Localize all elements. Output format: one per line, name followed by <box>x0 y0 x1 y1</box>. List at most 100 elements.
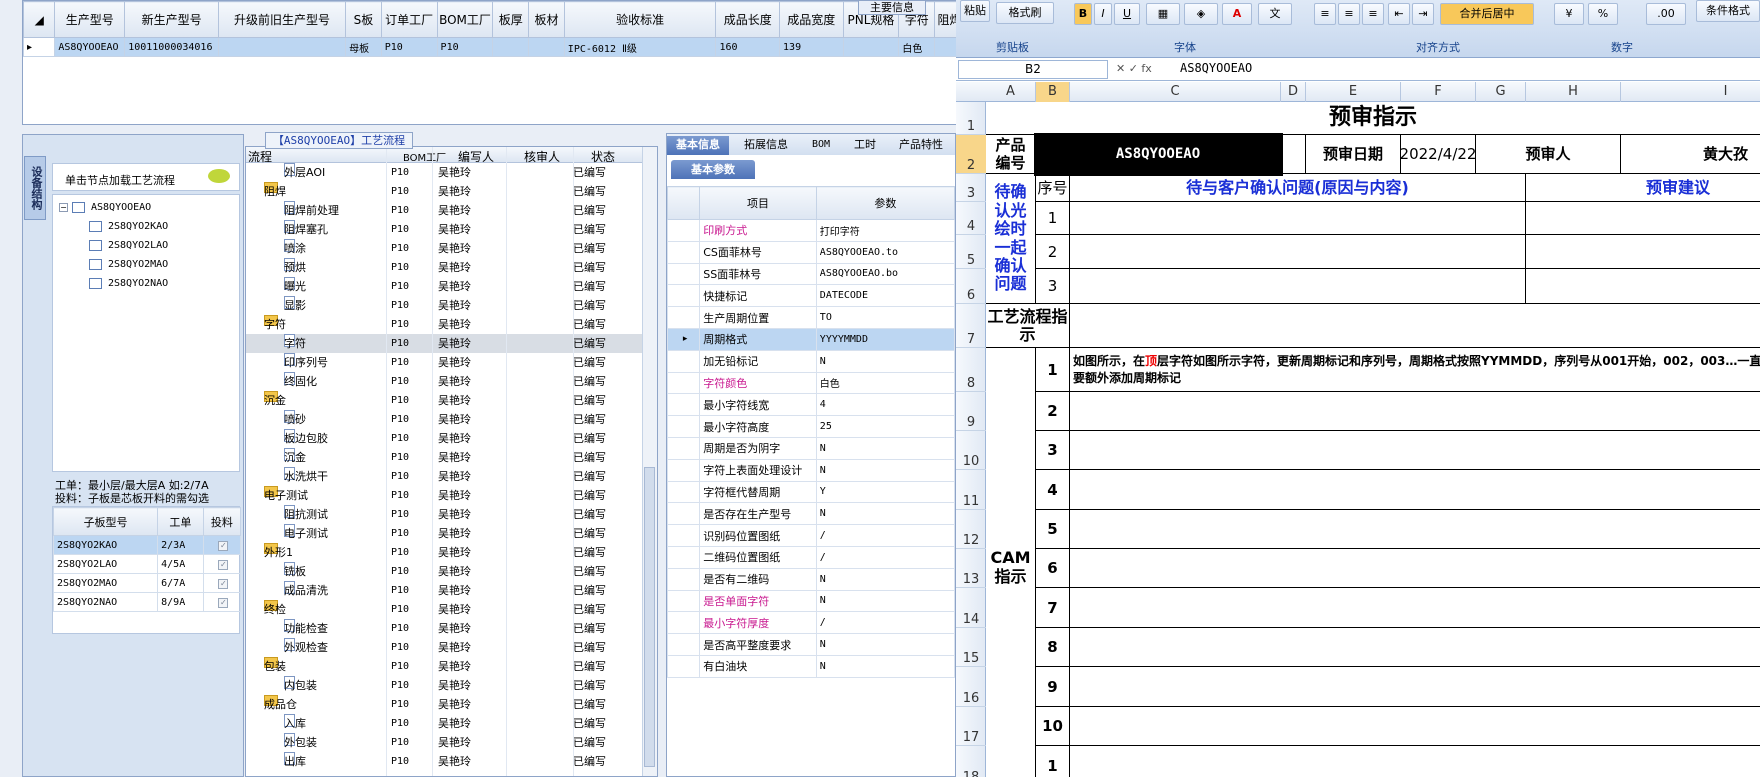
process-row[interactable]: −电子测试P10吴艳玲已编写 <box>246 486 644 505</box>
process-row[interactable]: 铣板 P10 吴艳玲 已编写 <box>246 562 644 581</box>
order-cell[interactable]: 6/7A <box>157 573 204 593</box>
fill-color-icon[interactable]: ◈ <box>1184 3 1218 25</box>
grid-cell[interactable]: P10 <box>436 37 494 57</box>
sheet-cell[interactable] <box>1070 202 1526 235</box>
column-header-a[interactable]: A <box>986 82 1036 102</box>
sheet-cell[interactable] <box>1070 392 1760 431</box>
param-value-cell[interactable]: AS8QYOOEAO.bo <box>815 262 955 286</box>
sheet-cell[interactable]: 10 <box>1036 707 1070 746</box>
row-indicator[interactable] <box>667 436 701 460</box>
table-row[interactable]: 2S8QYO2KAO 2/3A ✓ <box>52 535 242 555</box>
row-indicator[interactable] <box>667 589 701 613</box>
param-value-cell[interactable]: / <box>815 545 955 569</box>
merge-center-button[interactable]: 合并后居中 <box>1440 3 1534 25</box>
sheet-cell[interactable] <box>1070 746 1760 777</box>
row-indicator[interactable] <box>667 262 701 286</box>
col-header[interactable]: 成品宽度 <box>779 1 844 38</box>
table-row[interactable]: 2S8QYO2NAO 8/9A ✓ <box>52 592 242 612</box>
grid-cell[interactable] <box>492 37 530 57</box>
col-order[interactable]: 工单 <box>157 507 204 536</box>
row-header[interactable]: 10 <box>956 431 986 470</box>
row-indicator[interactable] <box>667 458 701 482</box>
param-row[interactable]: CS面菲林号 AS8QYOOEAO.to <box>667 240 955 264</box>
indent-decrease-icon[interactable]: ⇤ <box>1388 3 1410 25</box>
tab-basic-info[interactable]: 基本信息 <box>667 136 729 155</box>
format-painter-button[interactable]: 格式刷 <box>996 2 1054 24</box>
sheet-cell[interactable]: 8 <box>1036 628 1070 667</box>
param-value-cell[interactable]: N <box>815 654 955 678</box>
sheet-cell[interactable]: 待确认光绘时一起确认问题 <box>986 174 1036 304</box>
row-header[interactable]: 4 <box>956 202 986 235</box>
font-color-icon[interactable]: A <box>1222 3 1252 25</box>
row-header[interactable]: 5 <box>956 235 986 269</box>
sheet-cell[interactable]: 工艺流程指示 <box>986 304 1070 348</box>
col-feed[interactable]: 投料 <box>202 507 242 536</box>
checkbox-checked-icon[interactable]: ✓ <box>218 578 229 589</box>
col-header[interactable]: 生产型号 <box>54 1 126 38</box>
sheet-cell[interactable]: 3 <box>1036 269 1070 304</box>
col-header[interactable]: 板厚 <box>492 1 530 38</box>
process-row[interactable]: 显影 P10 吴艳玲 已编写 <box>246 296 644 315</box>
checkbox-checked-icon[interactable]: ✓ <box>218 540 229 551</box>
row-header[interactable]: 1 <box>956 102 986 135</box>
param-row[interactable]: 是否高平整度要求 N <box>667 633 955 656</box>
row-header[interactable]: 17 <box>956 707 986 746</box>
row-header[interactable]: 15 <box>956 628 986 667</box>
row-indicator[interactable] <box>667 371 701 395</box>
product-code-cell[interactable]: AS8QYOOEAO <box>1034 133 1283 176</box>
row-indicator[interactable] <box>667 415 701 438</box>
param-value-cell[interactable]: N <box>815 567 955 591</box>
column-header-f[interactable]: F <box>1401 82 1476 102</box>
row-header[interactable]: 9 <box>956 392 986 431</box>
grid-cell[interactable]: 母板 <box>345 37 382 57</box>
param-value-cell[interactable]: 4 <box>815 393 955 417</box>
sheet-cell[interactable] <box>1281 135 1306 174</box>
row-header[interactable]: 8 <box>956 348 986 392</box>
grid-cell[interactable] <box>842 37 900 57</box>
sheet-cell[interactable]: CAM指示 <box>986 348 1036 777</box>
col-param[interactable]: 参数 <box>815 186 955 220</box>
column-header-i[interactable]: I <box>1621 82 1760 102</box>
sheet-cell[interactable]: 1 <box>1036 348 1070 392</box>
feed-cell[interactable]: ✓ <box>202 554 242 574</box>
sheet-cell[interactable]: 1 <box>1036 202 1070 235</box>
sheet-cell[interactable]: 3 <box>1036 431 1070 470</box>
param-row[interactable]: 是否有二维码 N <box>667 567 955 591</box>
param-value-cell[interactable]: N <box>815 436 955 460</box>
order-cell[interactable]: 4/5A <box>157 554 204 574</box>
grid-cell[interactable]: 10011000034016 <box>124 37 220 57</box>
sheet-cell[interactable] <box>1070 510 1760 549</box>
sheet-cell[interactable]: 预审建议 <box>1526 174 1760 202</box>
sheet-cell[interactable] <box>1070 588 1760 628</box>
sheet-cell[interactable] <box>1070 667 1760 707</box>
tab-basic-params[interactable]: 基本参数 <box>671 160 755 179</box>
process-row[interactable]: −包装P10吴艳玲已编写 <box>246 657 644 676</box>
column-header-h[interactable]: H <box>1526 82 1621 102</box>
param-row[interactable]: 是否存在生产型号 N <box>667 502 955 526</box>
sheet-cell[interactable] <box>1526 235 1760 269</box>
grid-cell[interactable]: 139 <box>779 37 844 57</box>
checkbox-checked-icon[interactable]: ✓ <box>218 597 229 608</box>
process-row[interactable]: −字符P10吴艳玲已编写 <box>246 315 644 334</box>
feed-cell[interactable]: ✓ <box>202 592 242 612</box>
process-row[interactable]: −阻焊P10吴艳玲已编写 <box>246 182 644 201</box>
checkbox-checked-icon[interactable]: ✓ <box>218 559 229 570</box>
table-row[interactable]: 2S8QYO2MAO 6/7A ✓ <box>52 573 242 593</box>
process-row[interactable]: 曝光 P10 吴艳玲 已编写 <box>246 277 644 296</box>
param-value-cell[interactable]: Y <box>815 480 955 504</box>
process-row[interactable]: 水洗烘干 P10 吴艳玲 已编写 <box>246 467 644 486</box>
process-row[interactable]: 内包装 P10 吴艳玲 已编写 <box>246 676 644 695</box>
grid-cell[interactable]: P10 <box>380 37 438 57</box>
scroll-thumb[interactable] <box>644 467 655 767</box>
row-indicator[interactable] <box>667 567 701 591</box>
grid-cell[interactable]: 160 <box>715 37 781 57</box>
row-header[interactable]: 18 <box>956 746 986 777</box>
align-right-icon[interactable]: ≡ <box>1362 3 1384 25</box>
underline-button[interactable]: U <box>1114 3 1140 25</box>
sheet-cell[interactable] <box>1070 269 1526 304</box>
row-header[interactable]: 7 <box>956 304 986 348</box>
tab-equipment-structure[interactable]: 设备结构 <box>24 156 46 220</box>
cam-instruction-cell[interactable]: 如图所示，在顶层字符如图所示字符，更新周期标记和序列号，周期格式按照YYMMDD… <box>1070 348 1760 392</box>
row-indicator[interactable] <box>667 284 701 308</box>
sheet-cell[interactable] <box>1070 431 1760 470</box>
